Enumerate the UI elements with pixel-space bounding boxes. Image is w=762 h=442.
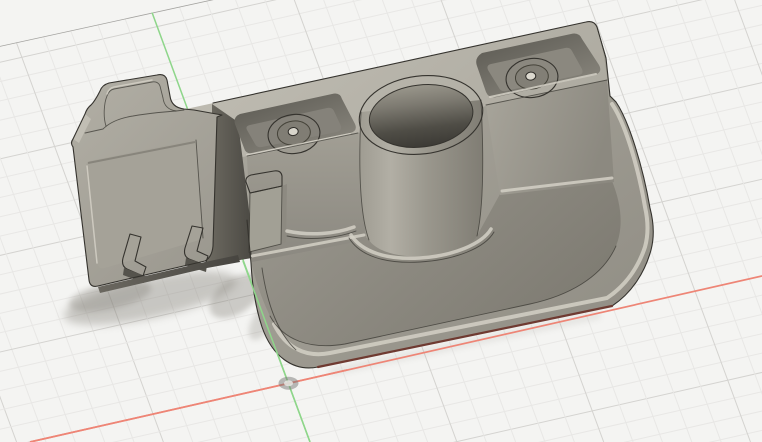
origin-center — [284, 380, 293, 386]
viewport-canvas[interactable] — [0, 0, 762, 442]
origin-marker[interactable] — [279, 377, 299, 390]
stub-front-face[interactable] — [249, 186, 282, 252]
cad-viewport[interactable] — [0, 0, 762, 442]
